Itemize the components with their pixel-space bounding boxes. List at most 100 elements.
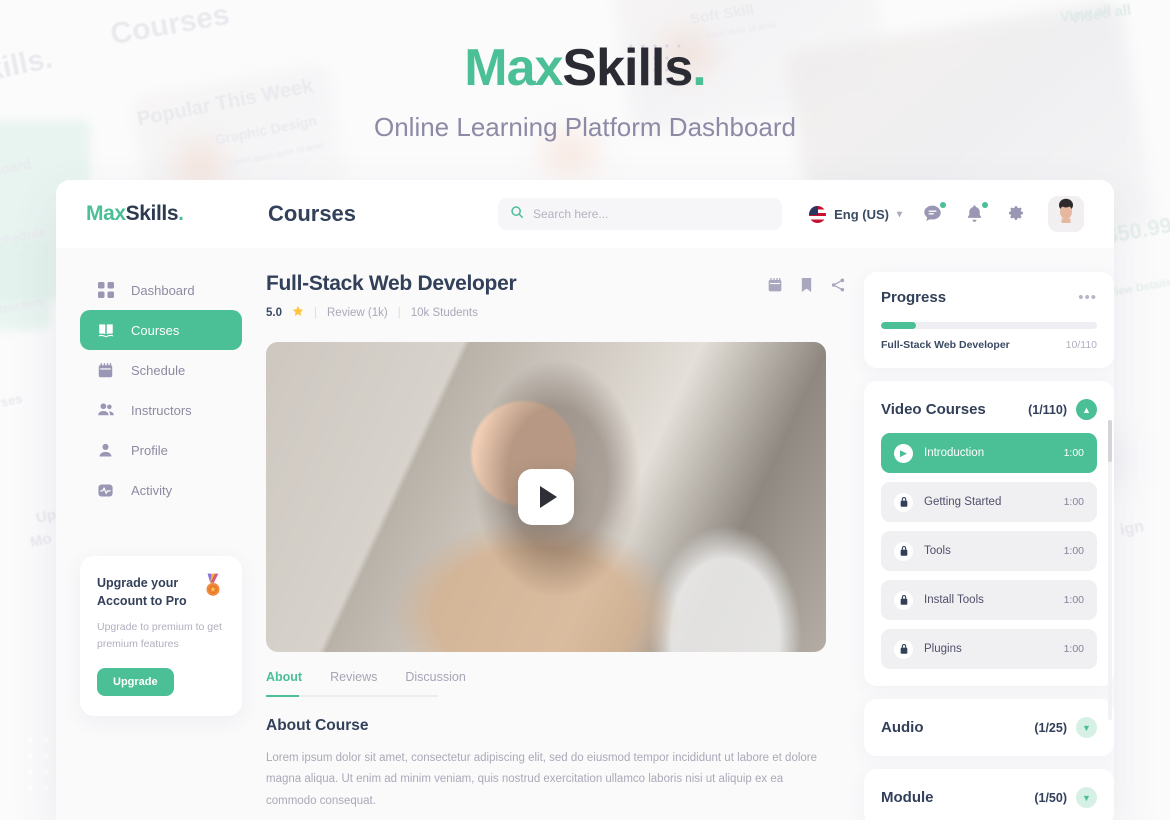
hero-title: MaxSkills. xyxy=(0,38,1170,98)
flag-us-icon xyxy=(809,206,826,223)
play-icon: ▶ xyxy=(894,444,913,463)
language-label: Eng (US) xyxy=(834,207,889,222)
course-tabs: About Reviews Discussion xyxy=(266,670,438,695)
sidebar-item-profile[interactable]: Profile xyxy=(80,430,242,470)
avatar[interactable] xyxy=(1048,196,1084,232)
share-icon[interactable] xyxy=(830,277,846,298)
gear-icon[interactable] xyxy=(1006,203,1028,225)
tabs-underline xyxy=(266,695,438,697)
bg-word: ourses xyxy=(0,391,24,415)
sidebar-item-courses[interactable]: Courses xyxy=(80,310,242,350)
sidebar-item-activity[interactable]: Activity xyxy=(80,470,242,510)
lesson-name: Getting Started xyxy=(924,496,1001,508)
course-meta: 5.0 | Review (1k) | 10k Students xyxy=(266,305,516,320)
search-icon xyxy=(510,205,524,224)
sidebar-item-dashboard[interactable]: Dashboard xyxy=(80,270,242,310)
upgrade-button[interactable]: Upgrade xyxy=(97,668,174,696)
progress-row: Full-Stack Web Developer 10/110 xyxy=(881,339,1097,351)
tab-reviews[interactable]: Reviews xyxy=(330,670,377,695)
star-icon xyxy=(292,305,304,320)
lesson-time: 1:00 xyxy=(1064,447,1084,459)
book-icon xyxy=(96,321,115,340)
course-title: Full-Stack Web Developer xyxy=(266,272,516,296)
section-header[interactable]: Video Courses (1/110) ▲ xyxy=(864,381,1114,420)
lesson-time: 1:00 xyxy=(1064,643,1084,655)
section-module: Module (1/50) ▼ xyxy=(864,769,1114,820)
sidebar-item-instructors[interactable]: Instructors xyxy=(80,390,242,430)
top-bar: MaxSkills. Courses Eng (US) ▾ xyxy=(56,180,1114,248)
section-count: (1/25) xyxy=(1034,721,1067,735)
bg-word: Mo xyxy=(28,530,53,551)
progress-bar-track xyxy=(881,322,1097,329)
activity-icon xyxy=(96,481,115,500)
section-count: (1/110) xyxy=(1028,403,1067,417)
page-title: Courses xyxy=(268,201,498,227)
calendar-icon[interactable] xyxy=(767,277,783,298)
medal-icon xyxy=(200,572,226,604)
about-heading: About Course xyxy=(266,717,846,735)
list-item[interactable]: Plugins 1:00 xyxy=(881,629,1097,669)
bg-word: Up xyxy=(34,506,57,527)
bell-icon[interactable] xyxy=(964,203,986,225)
logo-accent: Max xyxy=(86,202,126,225)
message-badge xyxy=(940,202,946,208)
bg-word: View Details xyxy=(1107,277,1170,300)
chevron-up-icon[interactable]: ▲ xyxy=(1076,399,1097,420)
bell-badge xyxy=(982,202,988,208)
course-header: Full-Stack Web Developer 5.0 | Review (1… xyxy=(266,272,846,320)
logo-dark: Skills xyxy=(126,202,178,225)
message-icon[interactable] xyxy=(922,203,944,225)
hero-subtitle: Online Learning Platform Dashboard xyxy=(0,112,1170,143)
scrollbar[interactable] xyxy=(1108,420,1112,720)
sidebar-item-label: Schedule xyxy=(131,363,185,378)
list-item[interactable]: Tools 1:00 xyxy=(881,531,1097,571)
right-rail: Progress ••• Full-Stack Web Developer 10… xyxy=(846,248,1114,820)
main-content: Full-Stack Web Developer 5.0 | Review (1… xyxy=(266,248,846,820)
about-text: Lorem ipsum dolor sit amet, consectetur … xyxy=(266,748,818,812)
logo-dot: . xyxy=(178,202,183,225)
list-item[interactable]: Getting Started 1:00 xyxy=(881,482,1097,522)
upgrade-title: Upgrade your Account to Pro xyxy=(97,574,197,610)
language-selector[interactable]: Eng (US) ▾ xyxy=(809,206,902,223)
user-icon xyxy=(96,441,115,460)
app-logo[interactable]: MaxSkills. xyxy=(86,202,268,226)
progress-count: 10/110 xyxy=(1066,339,1097,351)
section-video-courses: Video Courses (1/110) ▲ ▶ Introduction 1… xyxy=(864,381,1114,686)
bg-green-panel-2 xyxy=(0,240,50,330)
scrollbar-thumb[interactable] xyxy=(1108,420,1112,462)
search-input[interactable] xyxy=(533,207,770,221)
play-icon[interactable] xyxy=(518,469,574,525)
course-header-actions xyxy=(767,272,846,298)
bookmark-icon[interactable] xyxy=(800,277,813,298)
list-item[interactable]: ▶ Introduction 1:00 xyxy=(881,433,1097,473)
list-item[interactable]: Install Tools 1:00 xyxy=(881,580,1097,620)
sidebar-item-label: Profile xyxy=(131,443,168,458)
chevron-down-icon[interactable]: ▼ xyxy=(1076,717,1097,738)
hero: MaxSkills. Online Learning Platform Dash… xyxy=(0,0,1170,143)
progress-bar-fill xyxy=(881,322,916,329)
section-header[interactable]: Audio (1/25) ▼ xyxy=(864,699,1114,756)
section-audio: Audio (1/25) ▼ xyxy=(864,699,1114,756)
course-video-player[interactable] xyxy=(266,342,826,652)
tab-about[interactable]: About xyxy=(266,670,302,695)
chevron-down-icon[interactable]: ▼ xyxy=(1076,787,1097,808)
section-header[interactable]: Module (1/50) ▼ xyxy=(864,769,1114,820)
sidebar-item-schedule[interactable]: Schedule xyxy=(80,350,242,390)
section-title: Module xyxy=(881,789,934,806)
tab-discussion[interactable]: Discussion xyxy=(405,670,465,695)
hero-title-dot: . xyxy=(692,39,705,97)
sidebar-item-label: Activity xyxy=(131,483,172,498)
section-title: Video Courses xyxy=(881,401,986,418)
section-count: (1/50) xyxy=(1034,791,1067,805)
lesson-name: Tools xyxy=(924,545,951,557)
grid-icon xyxy=(96,281,115,300)
users-icon xyxy=(96,401,115,420)
section-title: Audio xyxy=(881,719,924,736)
course-rating: 5.0 xyxy=(266,307,282,319)
progress-label: Full-Stack Web Developer xyxy=(881,339,1010,351)
lock-icon xyxy=(894,542,913,561)
lesson-name: Introduction xyxy=(924,447,984,459)
search-box[interactable] xyxy=(498,198,782,230)
lesson-time: 1:00 xyxy=(1064,496,1084,508)
hero-title-accent: Max xyxy=(464,39,562,97)
